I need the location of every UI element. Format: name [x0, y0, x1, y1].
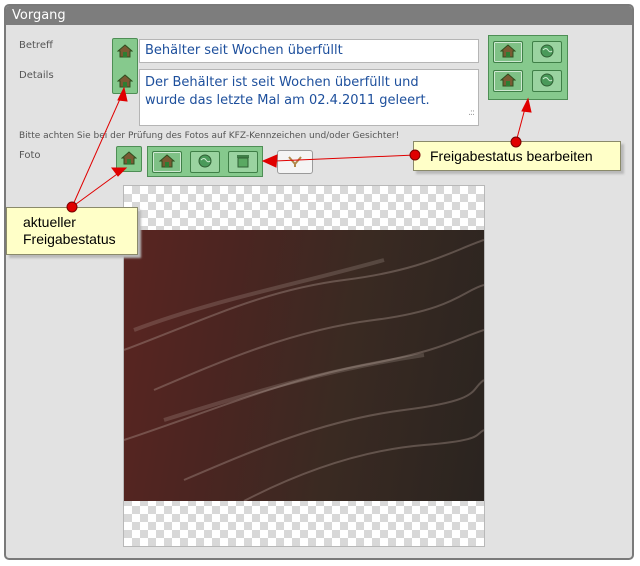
rotate-icon: [287, 153, 303, 172]
globe-icon: [198, 153, 212, 172]
home-icon: [120, 150, 138, 169]
set-public-button-betreff[interactable]: [532, 41, 562, 63]
details-textarea[interactable]: Der Behälter ist seit Wochen überfüllt u…: [139, 69, 479, 126]
set-public-button-details[interactable]: [532, 70, 562, 92]
photo-set-internal-button[interactable]: [152, 151, 182, 173]
set-internal-button-details[interactable]: [493, 70, 523, 92]
photo-rotate-button[interactable]: [277, 150, 313, 174]
archive-icon: [235, 153, 251, 172]
betreff-input[interactable]: Behälter seit Wochen überfüllt: [139, 39, 479, 63]
photo-current-status: [116, 146, 142, 172]
details-text: Der Behälter ist seit Wochen überfüllt u…: [145, 75, 430, 108]
callout-aktueller-freigabestatus: aktueller Freigabestatus: [6, 207, 138, 255]
callout-text-line2: Freigabestatus: [23, 231, 116, 247]
globe-icon: [540, 43, 554, 62]
home-icon: [499, 43, 517, 62]
callout-text: Freigabestatus bearbeiten: [430, 148, 593, 164]
resize-handle[interactable]: .::: [468, 104, 475, 122]
current-status-indicator: [112, 38, 138, 94]
globe-icon: [540, 72, 554, 91]
set-internal-button-betreff[interactable]: [493, 41, 523, 63]
callout-freigabestatus-bearbeiten: Freigabestatus bearbeiten: [413, 141, 621, 171]
home-icon: [116, 73, 134, 92]
panel-title: Vorgang: [6, 6, 632, 25]
home-icon: [116, 43, 134, 62]
photo-frame: [123, 185, 485, 547]
photo-archive-button[interactable]: [228, 151, 258, 173]
foto-label: Foto: [19, 150, 41, 161]
photo-hint-text: Bitte achten Sie bei der Prüfung des Fot…: [19, 131, 400, 141]
betreff-label: Betreff: [19, 40, 53, 51]
home-icon: [158, 153, 176, 172]
callout-text-line1: aktueller: [23, 214, 76, 230]
status-edit-group: [488, 35, 568, 100]
photo-set-public-button[interactable]: [190, 151, 220, 173]
details-label: Details: [19, 70, 54, 81]
home-icon: [499, 72, 517, 91]
photo-image[interactable]: [124, 230, 484, 501]
photo-status-edit-group: [147, 146, 263, 177]
photo-texture: [124, 239, 484, 501]
